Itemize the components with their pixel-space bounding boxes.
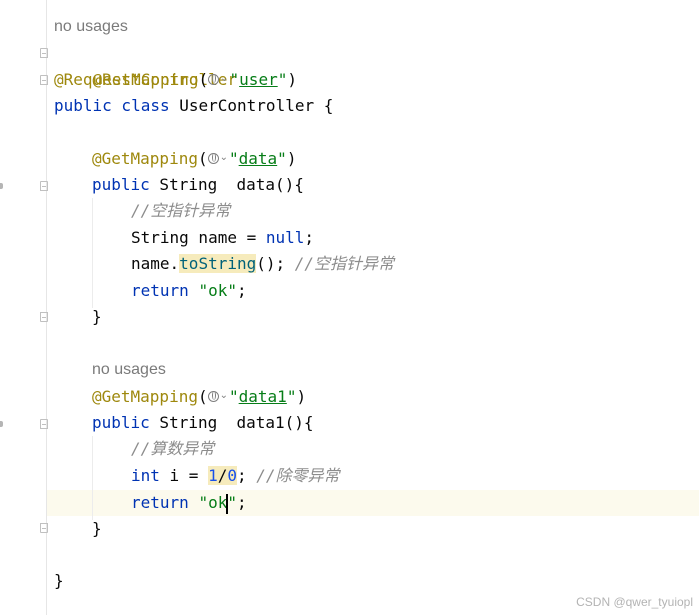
keyword-token: public class	[54, 96, 180, 115]
comment-token: //空指针异常	[131, 201, 231, 220]
code-line[interactable]: name.toString(); //空指针异常	[131, 251, 394, 277]
keyword-token: return	[131, 281, 189, 300]
chevron-down-icon[interactable]: ⌄	[220, 383, 228, 409]
semicolon-token: ;	[304, 228, 315, 247]
code-line[interactable]: int i = 1/0; //除零异常	[131, 463, 340, 489]
code-line[interactable]: @GetMapping(⌄"data")	[92, 146, 296, 172]
string-token: "ok	[198, 493, 228, 512]
annotation-token: @GetMapping	[92, 387, 198, 406]
code-line[interactable]: }	[92, 304, 102, 330]
declaration-token: String name =	[131, 228, 266, 247]
warning-highlight[interactable]: toString	[179, 254, 257, 273]
keyword-token: public	[92, 413, 150, 432]
code-editor[interactable]: no usages @RestController @RequestMappin…	[0, 0, 699, 615]
gutter-marker-icon	[0, 421, 3, 427]
url-link[interactable]: data1	[239, 387, 287, 406]
annotation-token: @RequestMapping	[54, 70, 199, 89]
code-line[interactable]: }	[92, 516, 102, 542]
string-token: "	[277, 149, 287, 168]
code-line[interactable]: @RestController	[54, 41, 238, 89]
code-line[interactable]: //空指针异常	[131, 198, 230, 224]
string-token: "	[229, 70, 240, 89]
annotation-token: @GetMapping	[92, 149, 198, 168]
declaration-token: i =	[159, 466, 209, 485]
string-token: "	[286, 387, 297, 406]
paren-token: )	[286, 149, 297, 168]
url-link[interactable]: data	[239, 149, 278, 168]
method-signature: String data1(){	[149, 413, 314, 432]
identifier-token: name.	[131, 254, 180, 273]
semicolon-token: ;	[236, 493, 247, 512]
fold-mapping-icon[interactable]	[40, 75, 48, 85]
paren-token: (	[197, 149, 208, 168]
string-token: "	[229, 387, 239, 406]
url-link[interactable]: user	[239, 70, 278, 89]
gutter-marker-icon	[0, 183, 3, 189]
brace-token: }	[92, 307, 102, 326]
code-line[interactable]: public class UserController {	[54, 93, 333, 119]
editor-gutter[interactable]	[0, 0, 48, 615]
paren-token: )	[287, 70, 297, 89]
comment-token: //除零异常	[256, 466, 340, 485]
unfold-method-data-icon[interactable]	[40, 312, 48, 322]
code-line[interactable]: }	[54, 568, 64, 594]
code-line[interactable]: public String data(){	[92, 172, 304, 198]
usages-hint[interactable]: no usages	[92, 357, 166, 383]
warning-highlight[interactable]: 1/0	[208, 466, 237, 485]
indent-guide	[92, 198, 93, 308]
method-signature: String data(){	[149, 175, 304, 194]
chevron-down-icon[interactable]: ⌄	[220, 145, 228, 171]
fold-method-data-icon[interactable]	[40, 181, 48, 191]
code-line[interactable]: return "ok";	[131, 278, 247, 304]
number-token: 0	[227, 466, 237, 485]
paren-token: (	[198, 70, 209, 89]
watermark: CSDN @qwer_tyuiopl	[576, 595, 693, 609]
brace-token: }	[92, 519, 102, 538]
semicolon-token: ;	[236, 281, 247, 300]
code-line[interactable]: String name = null;	[131, 225, 314, 251]
paren-token: (	[197, 387, 208, 406]
code-line[interactable]: @RequestMapping(⌄"user")	[54, 67, 297, 93]
code-line[interactable]: @GetMapping(⌄"data1")	[92, 384, 306, 410]
globe-icon[interactable]	[208, 73, 220, 85]
globe-icon[interactable]	[207, 152, 219, 164]
comment-token: //算数异常	[131, 439, 215, 458]
code-line-current[interactable]: return "ok";	[131, 490, 247, 516]
call-token: ();	[256, 254, 295, 273]
chevron-down-icon[interactable]: ⌄	[220, 66, 228, 92]
usages-hint[interactable]: no usages	[54, 14, 128, 40]
keyword-token: public	[92, 175, 150, 194]
semicolon-token: ;	[237, 466, 257, 485]
number-token: 1	[208, 466, 218, 485]
fold-method-data1-icon[interactable]	[40, 419, 48, 429]
keyword-token: int	[131, 466, 160, 485]
unfold-method-data1-icon[interactable]	[40, 523, 48, 533]
code-line[interactable]: //算数异常	[131, 436, 214, 462]
string-token: "	[227, 493, 237, 512]
keyword-token: null	[265, 228, 305, 247]
class-declaration: UserController {	[179, 96, 334, 115]
paren-token: )	[296, 387, 307, 406]
string-token: "	[229, 149, 239, 168]
globe-icon[interactable]	[207, 390, 219, 402]
keyword-token: return	[131, 493, 189, 512]
code-line[interactable]: public String data1(){	[92, 410, 314, 436]
comment-token: //空指针异常	[294, 254, 395, 273]
fold-class-icon[interactable]	[40, 48, 48, 58]
operator-token: /	[217, 466, 228, 485]
string-token: "	[277, 70, 288, 89]
indent-guide	[92, 436, 93, 520]
string-token: "ok"	[198, 281, 237, 300]
brace-token: }	[54, 571, 64, 590]
